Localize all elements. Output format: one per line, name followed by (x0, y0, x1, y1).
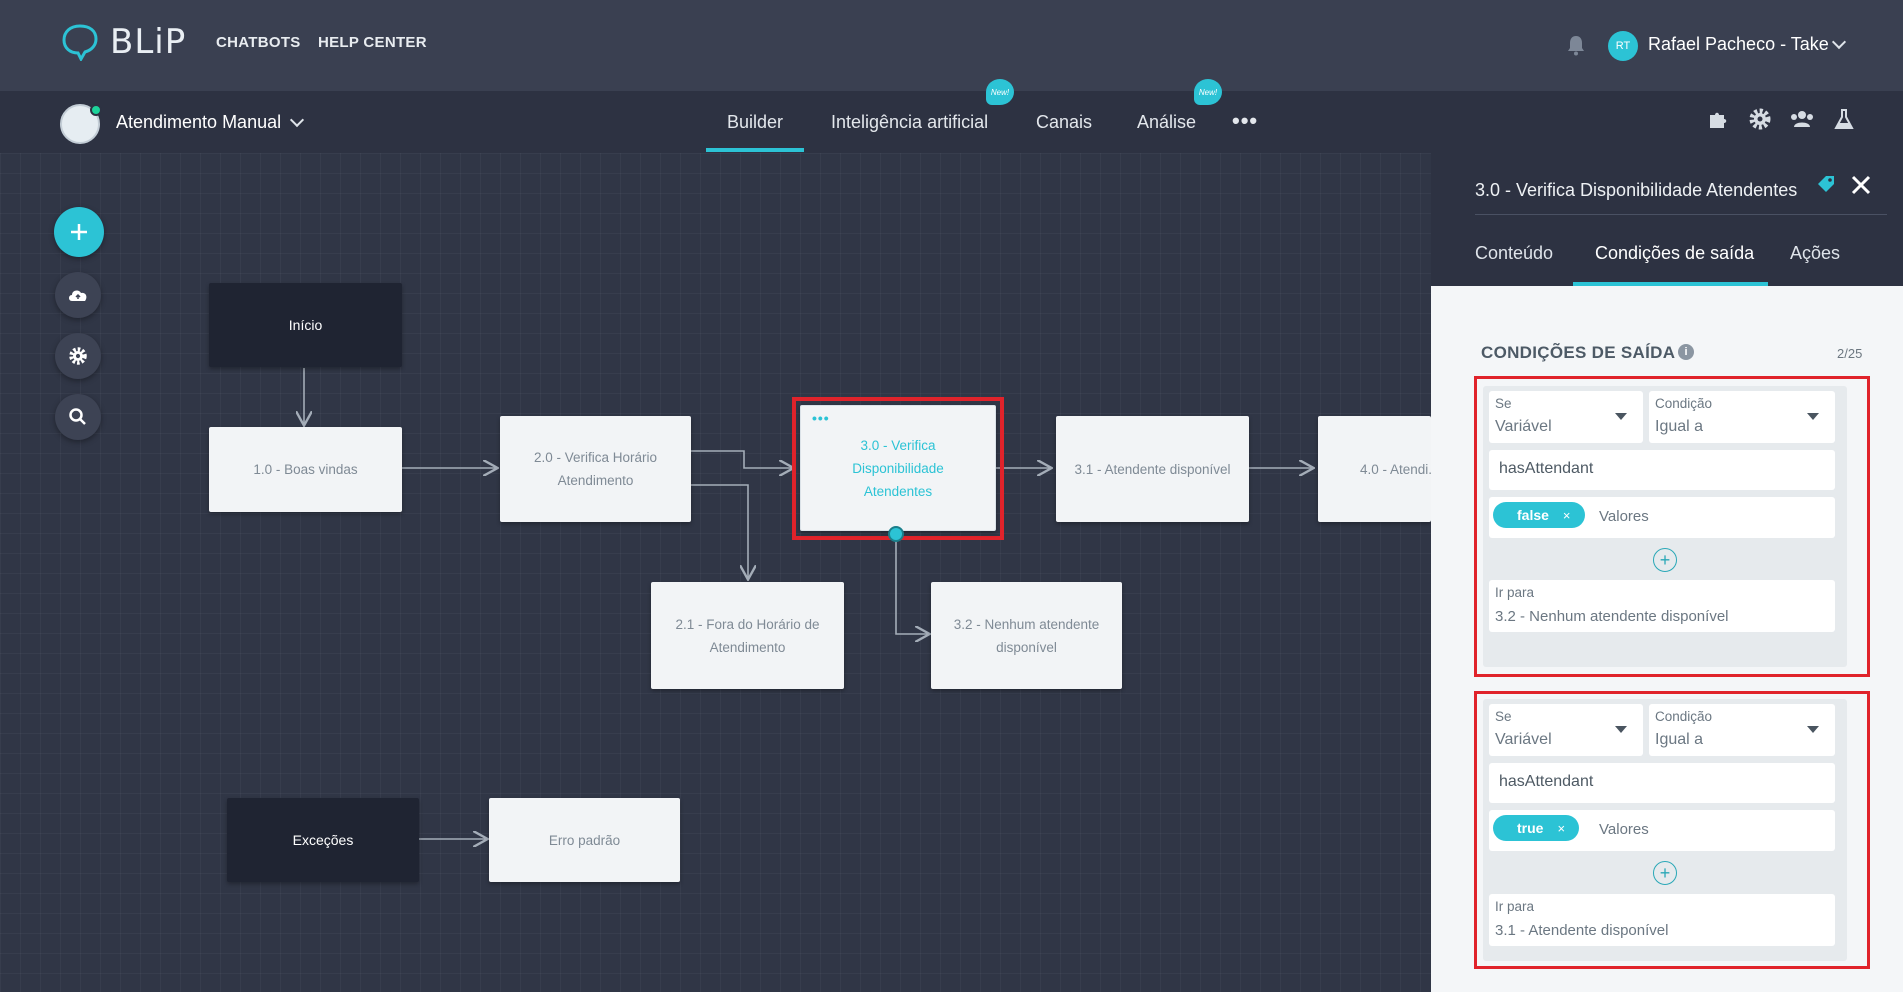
variable-input[interactable]: hasAttendant (1489, 450, 1835, 490)
values-placeholder: Valores (1599, 821, 1649, 838)
node-menu-button[interactable]: ••• (812, 410, 830, 426)
flask-icon[interactable] (1830, 105, 1858, 133)
dropdown-arrow-icon (1615, 726, 1627, 733)
add-value-icon[interactable]: + (1653, 861, 1677, 885)
conditions-counter: 2/25 (1837, 346, 1863, 361)
close-icon[interactable] (1849, 173, 1873, 197)
active-tab-indicator (1573, 282, 1768, 286)
divider (1475, 214, 1887, 215)
panel-title: 3.0 - Verifica Disponibilidade Atendente… (1475, 180, 1798, 200)
tag-icon[interactable] (1815, 173, 1837, 195)
goto-value: 3.2 - Nenhum atendente disponível (1495, 608, 1729, 625)
node-connector-handle[interactable] (888, 526, 904, 542)
tab-acoes[interactable]: Ações (1790, 243, 1840, 264)
chip-label: true (1517, 820, 1544, 836)
bell-icon[interactable] (1565, 34, 1587, 56)
variable-value: hasAttendant (1499, 773, 1594, 790)
flow-node-atendimento-humano[interactable]: 4.0 - Atendi... human... (1318, 416, 1431, 522)
chip-remove-icon[interactable]: × (1563, 508, 1571, 523)
se-select[interactable]: Se Variável (1489, 391, 1643, 443)
condicao-value: Igual a (1655, 418, 1704, 435)
add-value-icon[interactable]: + (1653, 548, 1677, 572)
dropdown-arrow-icon (1807, 726, 1819, 733)
condicao-select[interactable]: Condição Igual a (1649, 704, 1835, 756)
user-avatar[interactable]: RT (1608, 31, 1638, 61)
goto-value: 3.1 - Atendente disponível (1495, 922, 1669, 939)
values-placeholder: Valores (1599, 508, 1649, 525)
se-value: Variável (1495, 731, 1552, 748)
condicao-select[interactable]: Condição Igual a (1649, 391, 1835, 443)
variable-input[interactable]: hasAttendant (1489, 763, 1835, 803)
goto-select[interactable]: Ir para 3.1 - Atendente disponível (1489, 894, 1835, 946)
flow-node-nenhum-atendente[interactable]: 3.2 - Nenhum atendente disponível (931, 582, 1122, 689)
values-input[interactable]: true × Valores (1489, 810, 1835, 851)
user-name[interactable]: Rafael Pacheco - Take (1648, 34, 1829, 55)
se-value: Variável (1495, 418, 1552, 435)
se-select[interactable]: Se Variável (1489, 704, 1643, 756)
condicao-value: Igual a (1655, 731, 1704, 748)
flow-node-atendente-disponivel[interactable]: 3.1 - Atendente disponível (1056, 416, 1249, 522)
goto-label: Ir para (1495, 585, 1535, 600)
se-label: Se (1495, 396, 1512, 411)
condicao-label: Condição (1655, 396, 1713, 411)
dropdown-arrow-icon (1615, 413, 1627, 420)
goto-label: Ir para (1495, 899, 1535, 914)
value-chip[interactable]: false × (1493, 502, 1585, 528)
flow-node-boas-vindas[interactable]: 1.0 - Boas vindas (209, 427, 402, 512)
flow-node-inicio[interactable]: Início (209, 283, 402, 367)
panel-header: 3.0 - Verifica Disponibilidade Atendente… (1431, 153, 1903, 286)
exit-condition-card: Se Variável Condição Igual a hasAttendan… (1483, 386, 1847, 667)
tab-conteudo[interactable]: Conteúdo (1475, 243, 1553, 264)
values-input[interactable]: false × Valores (1489, 497, 1835, 538)
chip-remove-icon[interactable]: × (1557, 821, 1565, 836)
flow-node-fora-do-horario[interactable]: 2.1 - Fora do Horário de Atendimento (651, 582, 844, 689)
chevron-down-icon[interactable] (1831, 34, 1847, 50)
tab-condicoes-de-saida[interactable]: Condições de saída (1595, 243, 1754, 264)
chip-label: false (1517, 507, 1549, 523)
value-chip[interactable]: true × (1493, 815, 1580, 841)
goto-select[interactable]: Ir para 3.2 - Nenhum atendente disponíve… (1489, 580, 1835, 632)
flow-node-verifica-horario[interactable]: 2.0 - Verifica Horário Atendimento (500, 416, 691, 522)
se-label: Se (1495, 709, 1512, 724)
puzzle-icon[interactable] (1704, 105, 1732, 133)
section-title: CONDIÇÕES DE SAÍDA (1481, 343, 1676, 362)
dropdown-arrow-icon (1807, 413, 1819, 420)
exit-condition-card: Se Variável Condição Igual a hasAttendan… (1483, 699, 1847, 961)
users-icon[interactable] (1788, 105, 1816, 133)
variable-value: hasAttendant (1499, 460, 1594, 477)
flow-node-erro-padrao[interactable]: Erro padrão (489, 798, 680, 882)
info-icon[interactable]: i (1678, 344, 1694, 360)
flow-node-excecoes[interactable]: Exceções (227, 798, 419, 882)
condicao-label: Condição (1655, 709, 1713, 724)
gear-icon[interactable] (1746, 105, 1774, 133)
node-properties-panel: 3.0 - Verifica Disponibilidade Atendente… (1431, 153, 1903, 992)
